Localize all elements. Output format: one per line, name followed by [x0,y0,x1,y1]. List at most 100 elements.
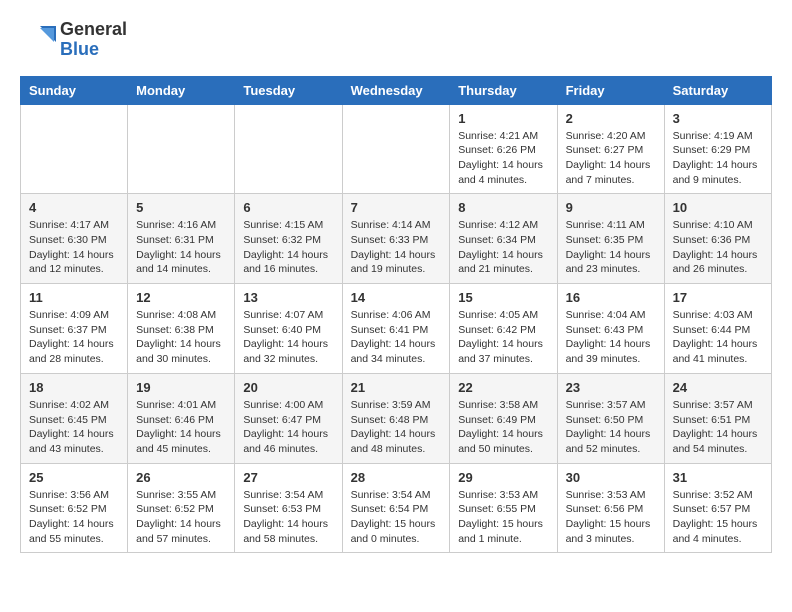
calendar-week-row: 4 Sunrise: 4:17 AM Sunset: 6:30 PM Daylig… [21,194,772,284]
calendar-cell: 7 Sunrise: 4:14 AM Sunset: 6:33 PM Daylig… [342,194,450,284]
calendar-cell [21,104,128,194]
calendar-cell: 28Sunrise: 3:54 AM Sunset: 6:54 PM Dayli… [342,463,450,553]
day-number: 17 [673,290,763,305]
day-info: Sunrise: 4:12 AM Sunset: 6:34 PM Dayligh… [458,218,548,277]
calendar-cell: 25 Sunrise: 3:56 AM Sunset: 6:52 PM Dayli… [21,463,128,553]
calendar-cell: 3 Sunrise: 4:19 AM Sunset: 6:29 PM Daylig… [664,104,771,194]
day-info: Sunrise: 4:09 AM Sunset: 6:37 PM Dayligh… [29,308,119,367]
day-number: 27 [243,470,333,485]
calendar-cell: 30Sunrise: 3:53 AM Sunset: 6:56 PM Dayli… [557,463,664,553]
calendar-cell [342,104,450,194]
calendar-cell: 2 Sunrise: 4:20 AM Sunset: 6:27 PM Daylig… [557,104,664,194]
day-info: Sunrise: 3:59 AM Sunset: 6:48 PM Dayligh… [351,398,442,457]
calendar-table: SundayMondayTuesdayWednesdayThursdayFrid… [20,76,772,554]
day-info: Sunrise: 4:08 AM Sunset: 6:38 PM Dayligh… [136,308,226,367]
calendar-cell: 4 Sunrise: 4:17 AM Sunset: 6:30 PM Daylig… [21,194,128,284]
calendar-week-row: 18 Sunrise: 4:02 AM Sunset: 6:45 PM Dayli… [21,373,772,463]
day-of-week-header: Sunday [21,76,128,104]
logo-text: General Blue [60,20,127,60]
calendar-cell: 1Sunrise: 4:21 AM Sunset: 6:26 PM Daylig… [450,104,557,194]
day-of-week-header: Friday [557,76,664,104]
day-of-week-header: Wednesday [342,76,450,104]
day-info: Sunrise: 4:14 AM Sunset: 6:33 PM Dayligh… [351,218,442,277]
day-number: 14 [351,290,442,305]
calendar-cell: 13 Sunrise: 4:07 AM Sunset: 6:40 PM Dayli… [235,284,342,374]
calendar-cell: 31Sunrise: 3:52 AM Sunset: 6:57 PM Dayli… [664,463,771,553]
logo-svg [20,22,56,58]
day-number: 21 [351,380,442,395]
day-number: 15 [458,290,548,305]
day-info: Sunrise: 3:55 AM Sunset: 6:52 PM Dayligh… [136,488,226,547]
calendar-week-row: 11 Sunrise: 4:09 AM Sunset: 6:37 PM Dayli… [21,284,772,374]
calendar-cell: 18 Sunrise: 4:02 AM Sunset: 6:45 PM Dayli… [21,373,128,463]
calendar-cell: 29Sunrise: 3:53 AM Sunset: 6:55 PM Dayli… [450,463,557,553]
calendar-cell: 15 Sunrise: 4:05 AM Sunset: 6:42 PM Dayli… [450,284,557,374]
day-info: Sunrise: 3:58 AM Sunset: 6:49 PM Dayligh… [458,398,548,457]
day-number: 20 [243,380,333,395]
calendar-cell: 27 Sunrise: 3:54 AM Sunset: 6:53 PM Dayli… [235,463,342,553]
day-info: Sunrise: 4:07 AM Sunset: 6:40 PM Dayligh… [243,308,333,367]
day-info: Sunrise: 3:56 AM Sunset: 6:52 PM Dayligh… [29,488,119,547]
logo: General Blue [20,20,127,60]
calendar-cell: 14Sunrise: 4:06 AM Sunset: 6:41 PM Dayli… [342,284,450,374]
day-info: Sunrise: 3:57 AM Sunset: 6:50 PM Dayligh… [566,398,656,457]
day-number: 22 [458,380,548,395]
day-number: 4 [29,200,119,215]
calendar-week-row: 25 Sunrise: 3:56 AM Sunset: 6:52 PM Dayli… [21,463,772,553]
day-info: Sunrise: 4:15 AM Sunset: 6:32 PM Dayligh… [243,218,333,277]
calendar-cell: 11 Sunrise: 4:09 AM Sunset: 6:37 PM Dayli… [21,284,128,374]
day-info: Sunrise: 4:00 AM Sunset: 6:47 PM Dayligh… [243,398,333,457]
day-info: Sunrise: 4:20 AM Sunset: 6:27 PM Dayligh… [566,129,656,188]
calendar-cell: 17 Sunrise: 4:03 AM Sunset: 6:44 PM Dayli… [664,284,771,374]
calendar-cell: 20 Sunrise: 4:00 AM Sunset: 6:47 PM Dayli… [235,373,342,463]
calendar-cell: 26 Sunrise: 3:55 AM Sunset: 6:52 PM Dayli… [128,463,235,553]
calendar-cell: 6 Sunrise: 4:15 AM Sunset: 6:32 PM Daylig… [235,194,342,284]
calendar-cell: 5 Sunrise: 4:16 AM Sunset: 6:31 PM Daylig… [128,194,235,284]
day-info: Sunrise: 4:19 AM Sunset: 6:29 PM Dayligh… [673,129,763,188]
day-info: Sunrise: 4:05 AM Sunset: 6:42 PM Dayligh… [458,308,548,367]
day-number: 6 [243,200,333,215]
day-number: 2 [566,111,656,126]
day-info: Sunrise: 3:54 AM Sunset: 6:54 PM Dayligh… [351,488,442,547]
day-number: 13 [243,290,333,305]
day-info: Sunrise: 4:03 AM Sunset: 6:44 PM Dayligh… [673,308,763,367]
day-number: 7 [351,200,442,215]
page-header: General Blue [20,20,772,60]
day-info: Sunrise: 3:54 AM Sunset: 6:53 PM Dayligh… [243,488,333,547]
day-number: 18 [29,380,119,395]
logo-general-text: General [60,20,127,40]
day-info: Sunrise: 4:17 AM Sunset: 6:30 PM Dayligh… [29,218,119,277]
calendar-cell: 16 Sunrise: 4:04 AM Sunset: 6:43 PM Dayli… [557,284,664,374]
day-info: Sunrise: 3:53 AM Sunset: 6:55 PM Dayligh… [458,488,548,547]
day-number: 9 [566,200,656,215]
day-number: 12 [136,290,226,305]
day-number: 8 [458,200,548,215]
day-of-week-header: Tuesday [235,76,342,104]
day-number: 31 [673,470,763,485]
day-info: Sunrise: 4:01 AM Sunset: 6:46 PM Dayligh… [136,398,226,457]
day-info: Sunrise: 4:04 AM Sunset: 6:43 PM Dayligh… [566,308,656,367]
day-number: 3 [673,111,763,126]
calendar-cell: 19Sunrise: 4:01 AM Sunset: 6:46 PM Dayli… [128,373,235,463]
calendar-header-row: SundayMondayTuesdayWednesdayThursdayFrid… [21,76,772,104]
day-number: 25 [29,470,119,485]
day-info: Sunrise: 4:21 AM Sunset: 6:26 PM Dayligh… [458,129,548,188]
day-info: Sunrise: 4:02 AM Sunset: 6:45 PM Dayligh… [29,398,119,457]
day-info: Sunrise: 3:57 AM Sunset: 6:51 PM Dayligh… [673,398,763,457]
calendar-cell: 24Sunrise: 3:57 AM Sunset: 6:51 PM Dayli… [664,373,771,463]
day-info: Sunrise: 4:10 AM Sunset: 6:36 PM Dayligh… [673,218,763,277]
day-number: 16 [566,290,656,305]
day-info: Sunrise: 4:16 AM Sunset: 6:31 PM Dayligh… [136,218,226,277]
day-info: Sunrise: 3:53 AM Sunset: 6:56 PM Dayligh… [566,488,656,547]
calendar-week-row: 1Sunrise: 4:21 AM Sunset: 6:26 PM Daylig… [21,104,772,194]
calendar-cell [128,104,235,194]
day-number: 11 [29,290,119,305]
day-number: 5 [136,200,226,215]
day-of-week-header: Saturday [664,76,771,104]
calendar-cell: 12 Sunrise: 4:08 AM Sunset: 6:38 PM Dayli… [128,284,235,374]
calendar-cell: 23Sunrise: 3:57 AM Sunset: 6:50 PM Dayli… [557,373,664,463]
calendar-cell: 9Sunrise: 4:11 AM Sunset: 6:35 PM Daylig… [557,194,664,284]
calendar-cell: 22 Sunrise: 3:58 AM Sunset: 6:49 PM Dayli… [450,373,557,463]
day-number: 26 [136,470,226,485]
calendar-cell: 10Sunrise: 4:10 AM Sunset: 6:36 PM Dayli… [664,194,771,284]
